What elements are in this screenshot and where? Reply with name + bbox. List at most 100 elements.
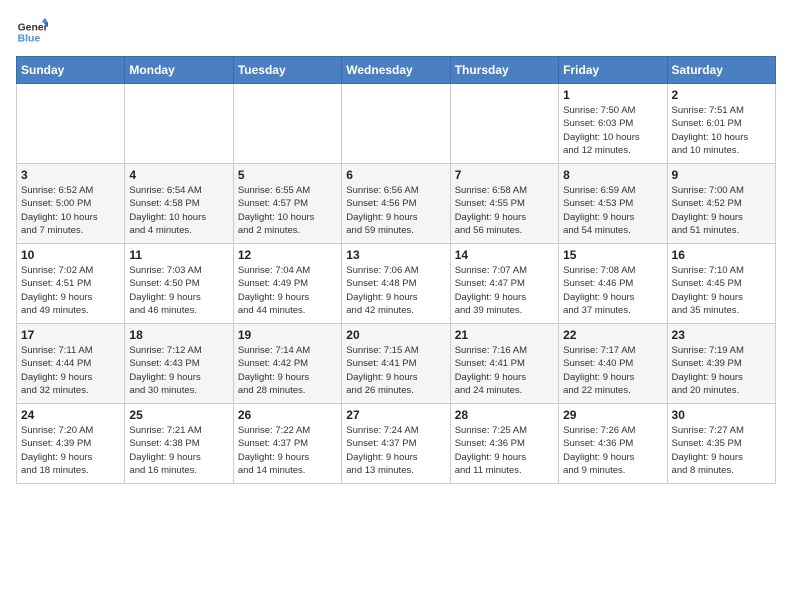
day-number: 14	[455, 248, 554, 262]
weekday-header-sunday: Sunday	[17, 57, 125, 84]
day-info: Sunrise: 7:04 AM Sunset: 4:49 PM Dayligh…	[238, 264, 337, 317]
day-number: 5	[238, 168, 337, 182]
calendar-cell: 20 Sunrise: 7:15 AM Sunset: 4:41 PM Dayli…	[342, 324, 450, 404]
day-number: 3	[21, 168, 120, 182]
calendar-cell: 4 Sunrise: 6:54 AM Sunset: 4:58 PM Daylig…	[125, 164, 233, 244]
day-info: Sunrise: 6:56 AM Sunset: 4:56 PM Dayligh…	[346, 184, 445, 237]
day-info: Sunrise: 7:11 AM Sunset: 4:44 PM Dayligh…	[21, 344, 120, 397]
day-number: 1	[563, 88, 662, 102]
calendar-cell: 29Sunrise: 7:26 AM Sunset: 4:36 PM Dayli…	[559, 404, 667, 484]
calendar-cell: 22Sunrise: 7:17 AM Sunset: 4:40 PM Dayli…	[559, 324, 667, 404]
day-number: 7	[455, 168, 554, 182]
week-row-4: 24 Sunrise: 7:20 AM Sunset: 4:39 PM Dayli…	[17, 404, 776, 484]
day-number: 25	[129, 408, 228, 422]
day-info: Sunrise: 7:07 AM Sunset: 4:47 PM Dayligh…	[455, 264, 554, 317]
weekday-header-monday: Monday	[125, 57, 233, 84]
calendar-cell	[450, 84, 558, 164]
calendar-cell	[17, 84, 125, 164]
calendar-cell	[233, 84, 341, 164]
calendar-cell: 2Sunrise: 7:51 AM Sunset: 6:01 PM Daylig…	[667, 84, 775, 164]
day-info: Sunrise: 7:50 AM Sunset: 6:03 PM Dayligh…	[563, 104, 662, 157]
calendar-cell: 26 Sunrise: 7:22 AM Sunset: 4:37 PM Dayli…	[233, 404, 341, 484]
day-number: 17	[21, 328, 120, 342]
day-number: 10	[21, 248, 120, 262]
day-info: Sunrise: 6:55 AM Sunset: 4:57 PM Dayligh…	[238, 184, 337, 237]
svg-text:General: General	[18, 22, 48, 33]
calendar-cell: 12 Sunrise: 7:04 AM Sunset: 4:49 PM Dayli…	[233, 244, 341, 324]
day-info: Sunrise: 6:54 AM Sunset: 4:58 PM Dayligh…	[129, 184, 228, 237]
weekday-header-tuesday: Tuesday	[233, 57, 341, 84]
day-number: 15	[563, 248, 662, 262]
day-info: Sunrise: 7:06 AM Sunset: 4:48 PM Dayligh…	[346, 264, 445, 317]
calendar-cell: 1 Sunrise: 7:50 AM Sunset: 6:03 PM Daylig…	[559, 84, 667, 164]
calendar-cell: 7 Sunrise: 6:58 AM Sunset: 4:55 PM Daylig…	[450, 164, 558, 244]
calendar-cell: 24 Sunrise: 7:20 AM Sunset: 4:39 PM Dayli…	[17, 404, 125, 484]
day-number: 11	[129, 248, 228, 262]
week-row-2: 10 Sunrise: 7:02 AM Sunset: 4:51 PM Dayli…	[17, 244, 776, 324]
calendar-cell: 15Sunrise: 7:08 AM Sunset: 4:46 PM Dayli…	[559, 244, 667, 324]
day-info: Sunrise: 7:24 AM Sunset: 4:37 PM Dayligh…	[346, 424, 445, 477]
day-info: Sunrise: 7:17 AM Sunset: 4:40 PM Dayligh…	[563, 344, 662, 397]
day-number: 26	[238, 408, 337, 422]
day-info: Sunrise: 7:20 AM Sunset: 4:39 PM Dayligh…	[21, 424, 120, 477]
weekday-header-saturday: Saturday	[667, 57, 775, 84]
calendar-cell: 13 Sunrise: 7:06 AM Sunset: 4:48 PM Dayli…	[342, 244, 450, 324]
calendar-cell: 30 Sunrise: 7:27 AM Sunset: 4:35 PM Dayli…	[667, 404, 775, 484]
day-info: Sunrise: 7:12 AM Sunset: 4:43 PM Dayligh…	[129, 344, 228, 397]
calendar-cell: 18 Sunrise: 7:12 AM Sunset: 4:43 PM Dayli…	[125, 324, 233, 404]
calendar-cell	[125, 84, 233, 164]
day-number: 12	[238, 248, 337, 262]
logo: General Blue	[16, 16, 48, 48]
calendar-cell: 14 Sunrise: 7:07 AM Sunset: 4:47 PM Dayli…	[450, 244, 558, 324]
day-number: 27	[346, 408, 445, 422]
day-info: Sunrise: 6:59 AM Sunset: 4:53 PM Dayligh…	[563, 184, 662, 237]
page-container: General Blue SundayMondayTuesdayWednesda…	[16, 16, 776, 484]
calendar-cell: 19 Sunrise: 7:14 AM Sunset: 4:42 PM Dayli…	[233, 324, 341, 404]
calendar-cell: 17 Sunrise: 7:11 AM Sunset: 4:44 PM Dayli…	[17, 324, 125, 404]
calendar-cell: 28Sunrise: 7:25 AM Sunset: 4:36 PM Dayli…	[450, 404, 558, 484]
day-info: Sunrise: 6:58 AM Sunset: 4:55 PM Dayligh…	[455, 184, 554, 237]
day-number: 24	[21, 408, 120, 422]
day-number: 2	[672, 88, 771, 102]
calendar-cell: 8 Sunrise: 6:59 AM Sunset: 4:53 PM Daylig…	[559, 164, 667, 244]
day-number: 30	[672, 408, 771, 422]
day-info: Sunrise: 7:00 AM Sunset: 4:52 PM Dayligh…	[672, 184, 771, 237]
calendar-cell: 10 Sunrise: 7:02 AM Sunset: 4:51 PM Dayli…	[17, 244, 125, 324]
day-info: Sunrise: 7:25 AM Sunset: 4:36 PM Dayligh…	[455, 424, 554, 477]
day-number: 16	[672, 248, 771, 262]
calendar-cell: 9Sunrise: 7:00 AM Sunset: 4:52 PM Daylig…	[667, 164, 775, 244]
day-info: Sunrise: 7:21 AM Sunset: 4:38 PM Dayligh…	[129, 424, 228, 477]
day-number: 19	[238, 328, 337, 342]
day-info: Sunrise: 7:19 AM Sunset: 4:39 PM Dayligh…	[672, 344, 771, 397]
calendar-cell: 5 Sunrise: 6:55 AM Sunset: 4:57 PM Daylig…	[233, 164, 341, 244]
calendar-cell: 21 Sunrise: 7:16 AM Sunset: 4:41 PM Dayli…	[450, 324, 558, 404]
calendar-cell: 23 Sunrise: 7:19 AM Sunset: 4:39 PM Dayli…	[667, 324, 775, 404]
svg-text:Blue: Blue	[18, 34, 41, 45]
week-row-3: 17 Sunrise: 7:11 AM Sunset: 4:44 PM Dayli…	[17, 324, 776, 404]
weekday-header-row: SundayMondayTuesdayWednesdayThursdayFrid…	[17, 57, 776, 84]
calendar-cell: 27 Sunrise: 7:24 AM Sunset: 4:37 PM Dayli…	[342, 404, 450, 484]
day-info: Sunrise: 7:14 AM Sunset: 4:42 PM Dayligh…	[238, 344, 337, 397]
day-number: 13	[346, 248, 445, 262]
day-info: Sunrise: 7:03 AM Sunset: 4:50 PM Dayligh…	[129, 264, 228, 317]
day-info: Sunrise: 7:26 AM Sunset: 4:36 PM Dayligh…	[563, 424, 662, 477]
day-info: Sunrise: 6:52 AM Sunset: 5:00 PM Dayligh…	[21, 184, 120, 237]
calendar-cell: 3 Sunrise: 6:52 AM Sunset: 5:00 PM Daylig…	[17, 164, 125, 244]
logo-icon: General Blue	[16, 16, 48, 48]
day-number: 20	[346, 328, 445, 342]
day-info: Sunrise: 7:15 AM Sunset: 4:41 PM Dayligh…	[346, 344, 445, 397]
day-number: 21	[455, 328, 554, 342]
calendar-cell	[342, 84, 450, 164]
calendar-table: SundayMondayTuesdayWednesdayThursdayFrid…	[16, 56, 776, 484]
day-number: 23	[672, 328, 771, 342]
day-number: 4	[129, 168, 228, 182]
day-number: 18	[129, 328, 228, 342]
day-info: Sunrise: 7:16 AM Sunset: 4:41 PM Dayligh…	[455, 344, 554, 397]
weekday-header-thursday: Thursday	[450, 57, 558, 84]
calendar-cell: 16Sunrise: 7:10 AM Sunset: 4:45 PM Dayli…	[667, 244, 775, 324]
day-number: 8	[563, 168, 662, 182]
day-info: Sunrise: 7:02 AM Sunset: 4:51 PM Dayligh…	[21, 264, 120, 317]
day-info: Sunrise: 7:22 AM Sunset: 4:37 PM Dayligh…	[238, 424, 337, 477]
weekday-header-friday: Friday	[559, 57, 667, 84]
day-info: Sunrise: 7:27 AM Sunset: 4:35 PM Dayligh…	[672, 424, 771, 477]
